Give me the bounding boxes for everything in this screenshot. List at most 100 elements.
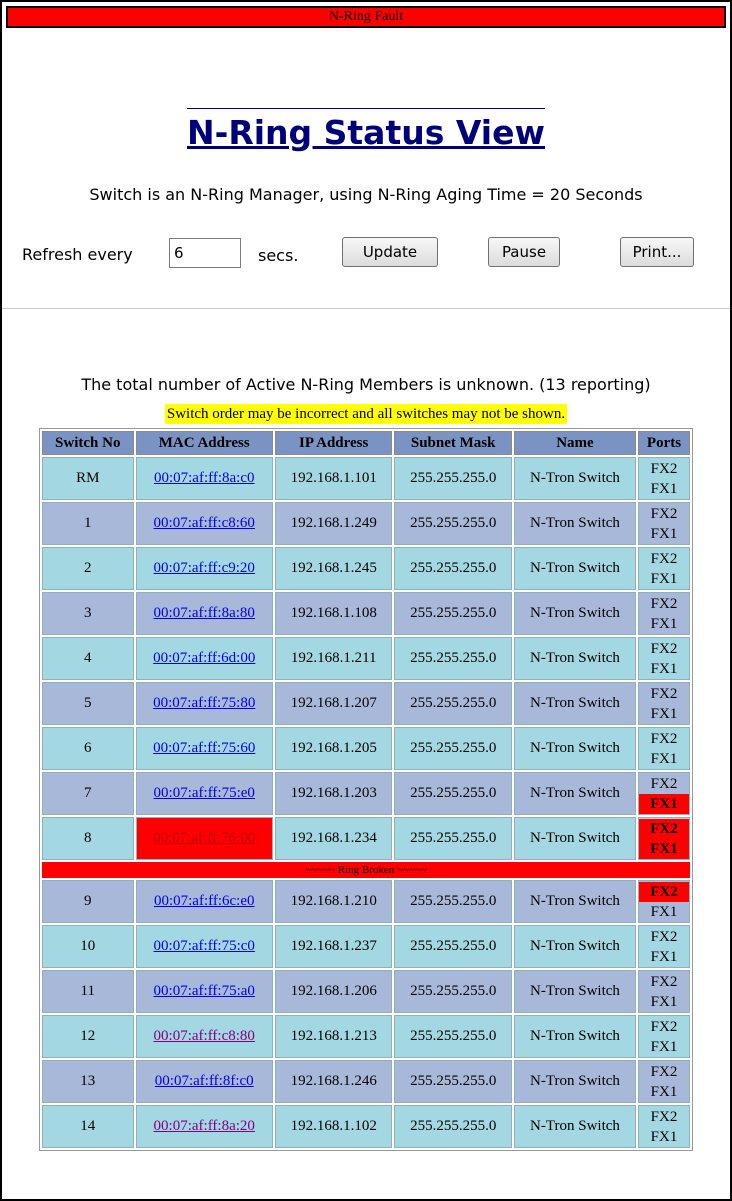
- mac-address-link[interactable]: 00:07:af:ff:75:a0: [154, 983, 255, 999]
- port-fx2: FX2: [650, 685, 678, 702]
- ip-address-cell: 192.168.1.206: [274, 970, 393, 1013]
- table-row: 5 00:07:af:ff:75:80 192.168.1.207 255.255.2…: [42, 682, 690, 725]
- mac-address-link[interactable]: 00:07:af:ff:c8:80: [154, 1028, 255, 1044]
- port-fx2-fault: FX2: [639, 818, 689, 839]
- port-fx1: FX1: [650, 993, 678, 1010]
- header-ports: Ports: [638, 431, 690, 455]
- ip-address-cell: 192.168.1.234: [274, 817, 393, 860]
- fault-banner: N-Ring Fault: [6, 6, 726, 28]
- switch-no-cell: 1: [42, 502, 134, 545]
- page-frame: N-Ring Fault N-Ring Status View Switch i…: [0, 0, 732, 1201]
- switch-name-cell: N-Tron Switch: [513, 1060, 636, 1103]
- table-header-row: Switch No MAC Address IP Address Subnet …: [42, 431, 690, 455]
- ports-cell: FX2 FX1: [638, 727, 690, 770]
- refresh-interval-input[interactable]: [169, 238, 241, 268]
- switch-no-cell: 6: [42, 727, 134, 770]
- mac-address-link[interactable]: 00:07:af:ff:75:c0: [154, 938, 255, 954]
- mac-address-cell: 00:07:af:ff:75:c0: [135, 925, 273, 968]
- subnet-mask-cell: 255.255.255.0: [394, 457, 512, 500]
- subnet-mask-cell: 255.255.255.0: [394, 1105, 512, 1148]
- port-fx1: FX1: [650, 1083, 678, 1100]
- mac-address-cell: 00:07:af:ff:75:60: [135, 727, 273, 770]
- mac-address-link[interactable]: 00:07:af:ff:75:e0: [154, 785, 255, 801]
- update-button[interactable]: Update: [342, 237, 438, 267]
- ports-cell: FX2 FX1: [638, 880, 690, 923]
- switch-no-cell: 2: [42, 547, 134, 590]
- ports-cell: FX2 FX1: [638, 925, 690, 968]
- table-row: 7 00:07:af:ff:75:e0 192.168.1.203 255.255.2…: [42, 772, 690, 815]
- port-fx1: FX1: [650, 615, 678, 632]
- mac-address-cell: 00:07:af:ff:c9:20: [135, 547, 273, 590]
- table-row: 11 00:07:af:ff:75:a0 192.168.1.206 255.255.…: [42, 970, 690, 1013]
- port-fx2: FX2: [650, 640, 678, 657]
- switch-no-cell: 3: [42, 592, 134, 635]
- mac-address-cell: 00:07:af:ff:76:00: [135, 817, 273, 860]
- ports-cell: FX2 FX1: [638, 1105, 690, 1148]
- table-row: 13 00:07:af:ff:8f:c0 192.168.1.246 255.255.…: [42, 1060, 690, 1103]
- table-row: 10 00:07:af:ff:75:c0 192.168.1.237 255.255.…: [42, 925, 690, 968]
- refresh-label: Refresh every: [22, 245, 133, 264]
- switch-no-cell: 9: [42, 880, 134, 923]
- header-subnet-mask: Subnet Mask: [394, 431, 512, 455]
- ports-cell: FX2 FX1: [638, 457, 690, 500]
- mac-address-link[interactable]: 00:07:af:ff:6c:e0: [154, 893, 255, 909]
- mac-address-link[interactable]: 00:07:af:ff:c8:60: [154, 515, 255, 531]
- port-fx1-fault: FX1: [639, 793, 689, 814]
- ip-address-cell: 192.168.1.246: [274, 1060, 393, 1103]
- port-fx2: FX2: [650, 1063, 678, 1080]
- ip-address-cell: 192.168.1.207: [274, 682, 393, 725]
- table-row: 3 00:07:af:ff:8a:80 192.168.1.108 255.255.2…: [42, 592, 690, 635]
- table-row: 2 00:07:af:ff:c9:20 192.168.1.245 255.255.2…: [42, 547, 690, 590]
- switch-no-cell: 8: [42, 817, 134, 860]
- port-fx2-fault: FX2: [639, 881, 689, 902]
- mac-address-link[interactable]: 00:07:af:ff:c9:20: [154, 560, 255, 576]
- mac-address-link[interactable]: 00:07:af:ff:8a:20: [154, 1118, 255, 1134]
- port-fx2: FX2: [650, 1018, 678, 1035]
- switch-name-cell: N-Tron Switch: [513, 682, 636, 725]
- mac-address-cell: 00:07:af:ff:8a:80: [135, 592, 273, 635]
- switch-no-cell: 11: [42, 970, 134, 1013]
- subnet-mask-cell: 255.255.255.0: [394, 547, 512, 590]
- port-fx2: FX2: [650, 1108, 678, 1125]
- switch-name-cell: N-Tron Switch: [513, 880, 636, 923]
- switch-name-cell: N-Tron Switch: [513, 502, 636, 545]
- ip-address-cell: 192.168.1.237: [274, 925, 393, 968]
- mac-address-link[interactable]: 00:07:af:ff:8a:80: [154, 605, 255, 621]
- port-fx1: FX1: [650, 1128, 678, 1145]
- port-fx1: FX1: [650, 705, 678, 722]
- switch-name-cell: N-Tron Switch: [513, 592, 636, 635]
- port-fx1-fault: FX1: [639, 838, 689, 859]
- mac-address-cell: 00:07:af:ff:6c:e0: [135, 880, 273, 923]
- ports-cell: FX2 FX1: [638, 682, 690, 725]
- subnet-mask-cell: 255.255.255.0: [394, 727, 512, 770]
- port-fx2: FX2: [650, 595, 678, 612]
- header-name: Name: [513, 431, 636, 455]
- switch-name-cell: N-Tron Switch: [513, 970, 636, 1013]
- mac-address-link[interactable]: 00:07:af:ff:75:60: [153, 740, 255, 756]
- mac-address-link[interactable]: 00:07:af:ff:75:80: [153, 695, 255, 711]
- print-button[interactable]: Print...: [620, 237, 694, 267]
- table-row: RM 00:07:af:ff:8a:c0 192.168.1.101 255.255.…: [42, 457, 690, 500]
- switch-name-cell: N-Tron Switch: [513, 457, 636, 500]
- pause-button[interactable]: Pause: [488, 237, 560, 267]
- refresh-unit-label: secs.: [258, 246, 299, 265]
- port-fx1: FX1: [650, 660, 678, 677]
- port-fx2: FX2: [650, 775, 678, 792]
- mac-address-link[interactable]: 00:07:af:ff:6d:00: [153, 650, 255, 666]
- switch-no-cell: 14: [42, 1105, 134, 1148]
- header-switch-no: Switch No: [42, 431, 134, 455]
- table-row: 12 00:07:af:ff:c8:80 192.168.1.213 255.255.…: [42, 1015, 690, 1058]
- ip-address-cell: 192.168.1.211: [274, 637, 393, 680]
- mac-address-cell: 00:07:af:ff:c8:80: [135, 1015, 273, 1058]
- title-container: N-Ring Status View: [2, 108, 730, 153]
- mac-address-link[interactable]: 00:07:af:ff:8f:c0: [155, 1073, 254, 1089]
- ip-address-cell: 192.168.1.205: [274, 727, 393, 770]
- table-row: 14 00:07:af:ff:8a:20 192.168.1.102 255.255.…: [42, 1105, 690, 1148]
- table-row: 6 00:07:af:ff:75:60 192.168.1.205 255.255.2…: [42, 727, 690, 770]
- warning-container: Switch order may be incorrect and all sw…: [2, 403, 730, 424]
- mac-address-cell: 00:07:af:ff:8f:c0: [135, 1060, 273, 1103]
- ip-address-cell: 192.168.1.213: [274, 1015, 393, 1058]
- header-mac-address: MAC Address: [135, 431, 273, 455]
- mac-address-link[interactable]: 00:07:af:ff:76:00: [153, 830, 255, 846]
- mac-address-link[interactable]: 00:07:af:ff:8a:c0: [154, 470, 255, 486]
